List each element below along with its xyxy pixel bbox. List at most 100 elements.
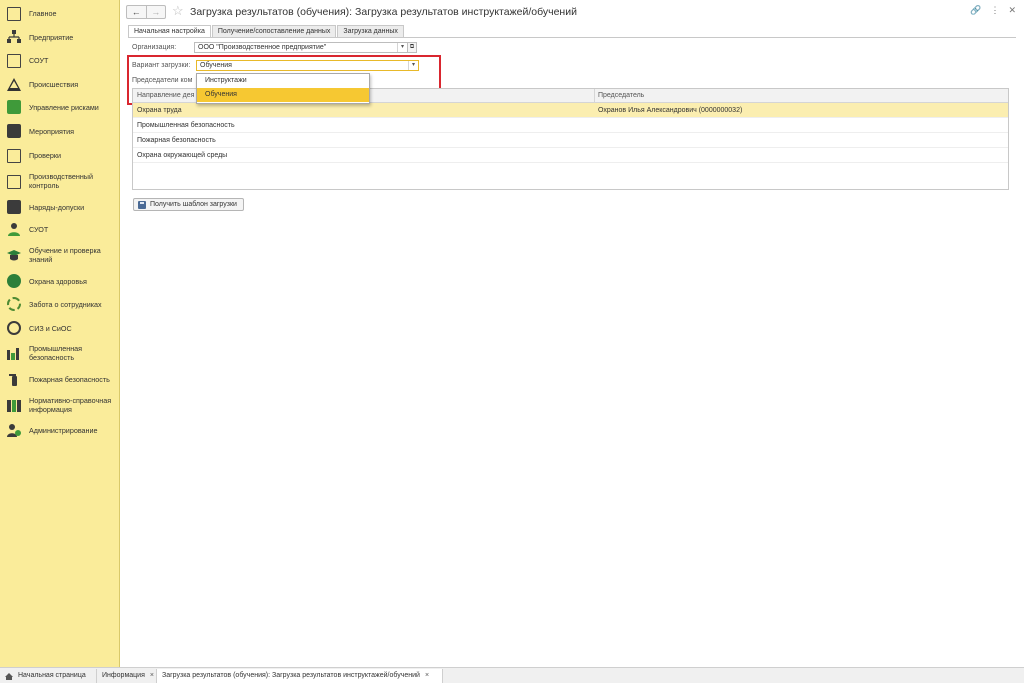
variant-label: Вариант загрузки:: [132, 62, 191, 69]
close-icon[interactable]: ×: [150, 669, 154, 683]
favorite-star-icon[interactable]: ☆: [172, 4, 184, 18]
table-row[interactable]: Промышленная безопасность: [133, 118, 1008, 133]
more-menu-icon[interactable]: ⋮: [990, 5, 999, 16]
sidebar-item-enterprise[interactable]: Предприятие: [0, 30, 120, 44]
tab-data-mapping[interactable]: Получение/сопоставление данных: [211, 25, 337, 37]
get-template-label: Получить шаблон загрузки: [150, 201, 237, 208]
sidebar-item-label: Главное: [29, 8, 57, 18]
bottom-tab-current[interactable]: Загрузка результатов (обучения): Загрузк…: [157, 669, 443, 683]
sidebar-item-label: Управление рисками: [29, 102, 99, 112]
sidebar-item-main[interactable]: Главное: [0, 6, 120, 21]
fire-extinguisher-icon: [7, 372, 21, 386]
sidebar-item-label: Охрана здоровья: [29, 276, 87, 286]
row-direction: Пожарная безопасность: [137, 137, 216, 144]
column-header-chair[interactable]: Председатель: [598, 92, 644, 99]
admin-icon: [7, 423, 21, 437]
industrial-safety-icon: [7, 346, 21, 360]
sidebar-item-training[interactable]: Обучение и проверка знаний: [0, 246, 120, 264]
close-icon[interactable]: ×: [425, 669, 429, 683]
table-row[interactable]: Охрана окружающей среды: [133, 148, 1008, 163]
sidebar-item-label: СОУТ: [29, 55, 49, 65]
sidebar-item-fire-safety[interactable]: Пожарная безопасность: [0, 372, 120, 386]
variant-field[interactable]: Обучения ▾: [196, 60, 419, 71]
dropdown-option-briefings[interactable]: Инструктажи: [197, 74, 369, 88]
sidebar-item-label: Забота о сотрудниках: [29, 299, 102, 309]
sidebar-item-measures[interactable]: Мероприятия: [0, 124, 120, 138]
sidebar-item-label: Мероприятия: [29, 126, 75, 136]
table-row[interactable]: Охрана труда Охранов Илья Александрович …: [133, 103, 1008, 118]
sidebar-item-reference-info[interactable]: Нормативно-справочная информация: [0, 396, 120, 414]
sidebar-item-risk-management[interactable]: Управление рисками: [0, 100, 120, 114]
sidebar: Главное Предприятие СОУТ Происшествия Уп…: [0, 0, 120, 667]
sidebar-item-ppe[interactable]: СИЗ и СиОС: [0, 321, 120, 335]
chevron-down-icon[interactable]: ▾: [408, 61, 418, 70]
variant-value: Обучения: [200, 62, 232, 69]
sidebar-item-label: Проверки: [29, 150, 62, 160]
bottom-tab-bar: Начальная страница Информация × Загрузка…: [0, 667, 1024, 683]
page-title: Загрузка результатов (обучения): Загрузк…: [190, 6, 577, 18]
column-header-direction[interactable]: Направление дея: [137, 92, 194, 99]
organization-value: ООО "Производственное предприятие": [198, 44, 327, 51]
sidebar-item-administration[interactable]: Администрирование: [0, 423, 120, 437]
back-button[interactable]: ←: [127, 6, 146, 18]
row-direction: Охрана окружающей среды: [137, 152, 228, 159]
training-icon: [7, 248, 21, 262]
reference-books-icon: [7, 398, 21, 412]
tab-initial-settings[interactable]: Начальная настройка: [128, 25, 211, 37]
sidebar-item-incidents[interactable]: Происшествия: [0, 77, 120, 91]
org-structure-icon: [7, 30, 21, 44]
bottom-tab-info[interactable]: Информация ×: [97, 669, 157, 683]
sidebar-item-health[interactable]: Охрана здоровья: [0, 274, 120, 288]
variant-dropdown-list: Инструктажи Обучения: [196, 73, 370, 104]
sidebar-item-employee-care[interactable]: Забота о сотрудниках: [0, 297, 120, 311]
sidebar-item-label: СИЗ и СиОС: [29, 323, 72, 333]
care-icon: [7, 297, 21, 311]
sidebar-item-label: Администрирование: [29, 425, 98, 435]
tab-data-loading[interactable]: Загрузка данных: [337, 25, 404, 37]
chairs-label: Председатели ком: [132, 77, 193, 84]
window-controls: 🔗 ⋮ ✕: [970, 5, 1016, 16]
navigation-buttons: ← →: [126, 5, 166, 19]
organization-label: Организация:: [132, 44, 177, 51]
link-icon[interactable]: 🔗: [970, 5, 981, 16]
sidebar-item-inspections[interactable]: Проверки: [0, 148, 120, 163]
ppe-icon: [7, 321, 21, 335]
sidebar-item-production-control[interactable]: Производственный контроль: [0, 172, 120, 190]
sidebar-item-label: Наряды-допуски: [29, 202, 85, 212]
sidebar-item-label: Промышленная безопасность: [29, 344, 83, 362]
table-row[interactable]: Пожарная безопасность: [133, 133, 1008, 148]
checklist-icon: [7, 124, 21, 138]
row-direction: Охрана труда: [137, 107, 182, 114]
column-divider: [594, 89, 595, 103]
production-control-icon: [7, 174, 21, 189]
sidebar-item-permits[interactable]: Наряды-допуски: [0, 200, 120, 214]
save-icon: [138, 200, 146, 209]
sidebar-item-label: СУОТ: [29, 224, 49, 234]
sidebar-item-label: Предприятие: [29, 32, 74, 42]
close-icon[interactable]: ✕: [1008, 5, 1016, 16]
risk-icon: [7, 100, 21, 114]
dropdown-option-trainings[interactable]: Обучения: [197, 88, 369, 102]
sidebar-item-industrial-safety[interactable]: Промышленная безопасность: [0, 344, 120, 362]
warning-icon: [7, 77, 21, 91]
sidebar-item-label: Пожарная безопасность: [29, 374, 110, 384]
row-direction: Промышленная безопасность: [137, 122, 235, 129]
home-icon: [5, 672, 13, 680]
bottom-tab-label: Начальная страница: [18, 672, 86, 679]
form-tabs: Начальная настройка Получение/сопоставле…: [128, 25, 405, 37]
forward-button[interactable]: →: [145, 6, 166, 18]
row-chair: Охранов Илья Александрович (0000000032): [598, 107, 743, 114]
chevron-down-icon[interactable]: ▾: [397, 43, 407, 52]
bottom-tab-home[interactable]: Начальная страница: [0, 669, 97, 683]
health-icon: [7, 274, 21, 288]
clipboard-icon: [7, 53, 21, 68]
sidebar-item-suot[interactable]: СУОТ: [0, 222, 120, 236]
organization-field[interactable]: ООО "Производственное предприятие" ▾: [194, 42, 408, 53]
open-icon[interactable]: ⧉: [407, 42, 417, 53]
sidebar-item-sout[interactable]: СОУТ: [0, 53, 120, 68]
main-panel: ← → ☆ Загрузка результатов (обучения): З…: [120, 0, 1024, 667]
get-template-button[interactable]: Получить шаблон загрузки: [133, 198, 244, 211]
sidebar-item-label: Нормативно-справочная информация: [29, 396, 112, 414]
sidebar-item-label: Производственный контроль: [29, 172, 93, 190]
sidebar-item-label: Происшествия: [29, 79, 79, 89]
